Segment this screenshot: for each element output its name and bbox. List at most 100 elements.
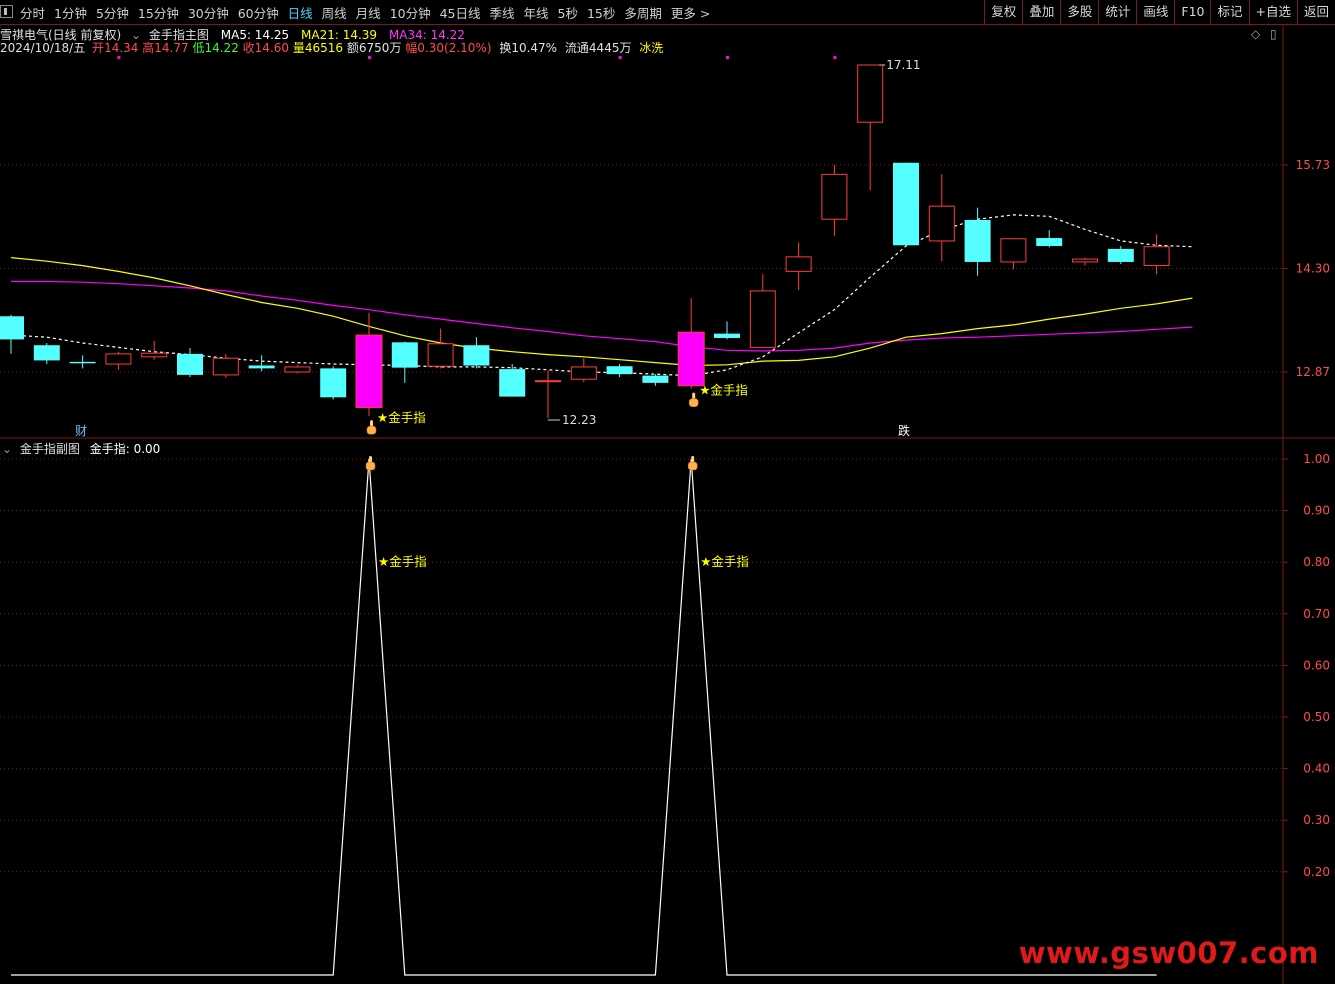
candle-24 xyxy=(857,64,884,191)
candle-13 xyxy=(463,337,490,369)
candle-body-23 xyxy=(821,173,848,220)
top-marker-4 xyxy=(833,56,837,59)
candle-body-27 xyxy=(964,219,991,262)
main-hand-icon-0-palm xyxy=(366,425,377,435)
candle-body-12 xyxy=(427,343,454,367)
candle-body-28 xyxy=(1000,238,1027,263)
main-hand-icon-1-palm xyxy=(688,398,699,407)
candle-27 xyxy=(964,207,991,276)
candle-8 xyxy=(284,364,311,374)
candle-body-29 xyxy=(1036,238,1063,247)
top-marker-2 xyxy=(618,56,622,59)
candle-29 xyxy=(1036,230,1063,248)
candle-body-4 xyxy=(141,352,168,358)
ma34-line xyxy=(11,280,1193,352)
candle-body-13 xyxy=(463,345,490,366)
top-marker-0 xyxy=(117,56,121,59)
chart-canvas[interactable]: 12.8714.3015.7317.1112.23★金手指★金手指财 跌0.200… xyxy=(0,0,1335,984)
candle-3 xyxy=(105,351,132,370)
candle-body-8 xyxy=(284,366,311,373)
candle-16 xyxy=(570,358,597,383)
candle-10 xyxy=(355,312,383,417)
candle-body-11 xyxy=(391,342,418,368)
candle-body-10 xyxy=(355,334,383,408)
candle-28 xyxy=(1000,238,1027,270)
candle-7 xyxy=(248,355,275,372)
main-signal-label-0: ★金手指 xyxy=(377,410,426,425)
candle-body-31 xyxy=(1107,248,1134,262)
main-signal-label-1: ★金手指 xyxy=(699,383,748,398)
candle-body-1 xyxy=(33,345,60,361)
bottom-tag-1: 跌 xyxy=(898,423,910,438)
candle-body-26 xyxy=(928,205,955,242)
top-marker-1 xyxy=(368,56,371,59)
sub-tick-label-4: 0.60 xyxy=(1303,658,1330,672)
candle-body-14 xyxy=(499,369,526,397)
candle-body-0 xyxy=(0,316,24,340)
candle-body-18 xyxy=(642,375,669,383)
sub-tick-label-2: 0.40 xyxy=(1303,762,1330,776)
candle-9 xyxy=(320,366,347,400)
candle-body-16 xyxy=(570,366,597,380)
candle-22 xyxy=(785,242,812,291)
candle-30 xyxy=(1072,257,1098,266)
sub-hand-icon-0-palm xyxy=(365,461,376,471)
candle-body-7 xyxy=(248,365,275,369)
candle-body-20 xyxy=(714,333,740,338)
candle-body-17 xyxy=(606,366,633,375)
bottom-tag-0: 财 xyxy=(75,424,87,438)
candle-body-15 xyxy=(535,380,561,383)
sub-signal-label-0: ★金手指 xyxy=(378,554,427,569)
candle-body-22 xyxy=(785,256,812,272)
candle-body-32 xyxy=(1143,246,1170,267)
candle-1 xyxy=(33,343,60,365)
candle-18 xyxy=(642,374,669,386)
sub-hand-icon-0 xyxy=(365,456,376,471)
candle-12 xyxy=(427,328,454,369)
candle-15 xyxy=(535,370,561,419)
watermark: www.gsw007.com xyxy=(1018,936,1319,970)
candle-body-25 xyxy=(893,162,919,246)
candle-11 xyxy=(391,341,418,383)
candle-32 xyxy=(1143,234,1170,275)
main-hand-icon-0 xyxy=(366,420,377,435)
candle-body-30 xyxy=(1072,258,1098,263)
sub-tick-label-3: 0.50 xyxy=(1303,710,1330,724)
candle-body-21 xyxy=(749,290,776,348)
sub-tick-label-1: 0.30 xyxy=(1303,813,1330,827)
ma21-line xyxy=(10,257,1193,367)
candle-23 xyxy=(821,164,848,236)
candle-body-9 xyxy=(320,368,347,398)
candle-body-2 xyxy=(69,361,96,364)
candle-body-24 xyxy=(857,64,884,123)
candle-19 xyxy=(677,298,705,389)
candle-25 xyxy=(893,162,919,246)
sub-hand-icon-1 xyxy=(687,456,698,471)
candle-body-3 xyxy=(105,353,132,365)
sub-tick-label-0: 0.20 xyxy=(1303,865,1330,879)
sub-tick-label-8: 1.00 xyxy=(1303,452,1330,466)
sub-signal-label-1: ★金手指 xyxy=(700,554,749,569)
candle-20 xyxy=(714,321,740,340)
main-tick-label-2: 15.73 xyxy=(1296,158,1330,172)
sub-tick-label-7: 0.90 xyxy=(1303,504,1330,518)
sub-tick-label-6: 0.80 xyxy=(1303,555,1330,569)
candle-0 xyxy=(0,314,24,354)
sub-hand-icon-1-palm xyxy=(687,461,698,471)
candle-body-6 xyxy=(212,357,239,376)
low-label: 12.23 xyxy=(562,413,596,427)
candle-17 xyxy=(606,364,633,378)
main-tick-label-0: 12.87 xyxy=(1296,365,1330,379)
main-hand-icon-1 xyxy=(688,392,699,407)
main-tick-label-1: 14.30 xyxy=(1296,261,1330,275)
top-marker-3 xyxy=(726,56,729,59)
candle-21 xyxy=(749,274,776,348)
candle-14 xyxy=(499,364,526,397)
candle-26 xyxy=(928,174,955,262)
candle-6 xyxy=(212,353,239,378)
candle-5 xyxy=(177,348,203,378)
sub-tick-label-5: 0.70 xyxy=(1303,607,1330,621)
high-label: 17.11 xyxy=(886,58,920,72)
candle-body-5 xyxy=(177,353,203,375)
candle-4 xyxy=(141,340,168,360)
